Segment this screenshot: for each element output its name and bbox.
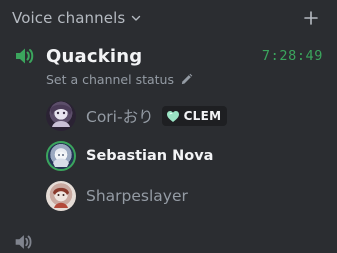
voice-channels-header: Voice channels xyxy=(12,8,319,28)
voice-channels-toggle[interactable]: Voice channels xyxy=(12,9,142,27)
username: Sebastian Nova xyxy=(86,148,214,164)
channel-name: Quacking xyxy=(46,45,143,67)
avatar xyxy=(46,181,76,211)
pencil-icon xyxy=(181,73,193,84)
avatar xyxy=(46,101,76,131)
avatar-speaking xyxy=(46,141,76,171)
username: Cori-おり xyxy=(86,108,154,126)
voice-user-sebastian-nova[interactable]: Sebastian Nova xyxy=(46,140,213,172)
channel-status-label: Set a channel status xyxy=(46,71,174,87)
username: Sharpeslayer xyxy=(86,187,188,205)
voice-user-cori[interactable]: Cori-おり CLEM xyxy=(46,100,228,132)
speaker-icon xyxy=(16,48,34,64)
voice-user-sharpeslayer[interactable]: Sharpeslayer xyxy=(46,180,188,212)
section-title: Voice channels xyxy=(12,9,126,27)
clan-tag-text: CLEM xyxy=(183,109,222,123)
call-timer: 7:28:49 xyxy=(261,48,323,64)
speaker-icon xyxy=(15,235,32,249)
clan-tag-badge[interactable]: CLEM xyxy=(161,106,228,126)
voice-channel-quacking[interactable]: Quacking 7:28:49 xyxy=(12,42,323,70)
heart-icon xyxy=(166,110,179,122)
set-channel-status-button[interactable]: Set a channel status xyxy=(46,70,193,88)
create-channel-icon[interactable] xyxy=(303,10,319,26)
next-voice-channel[interactable] xyxy=(12,232,44,252)
chevron-down-icon xyxy=(132,15,141,21)
